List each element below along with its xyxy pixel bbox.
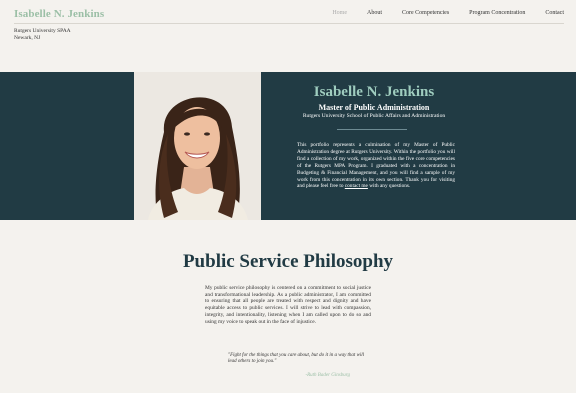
site-brand[interactable]: Isabelle N. Jenkins	[14, 8, 104, 20]
affiliation: Rutgers University SPAA Newark, NJ	[14, 28, 71, 42]
hero-intro: This portfolio represents a culmination …	[297, 142, 455, 190]
portrait-photo	[134, 72, 261, 220]
nav-program-concentration[interactable]: Program Concentration	[469, 10, 525, 16]
nav-core-competencies[interactable]: Core Competencies	[402, 10, 449, 16]
quote-author: -Ruth Bader Ginsburg	[305, 373, 350, 378]
hero-name: Isabelle N. Jenkins	[313, 84, 435, 100]
hero-intro-tail: with any questions.	[367, 183, 411, 190]
philosophy-quote: "Fight for the things that you care abou…	[228, 353, 365, 365]
hero-school: Rutgers University School of Public Affa…	[302, 113, 446, 119]
philosophy-text: My public service philosophy is centered…	[205, 285, 371, 325]
hero-degree: Master of Public Administration	[318, 103, 430, 112]
nav-contact[interactable]: Contact	[545, 10, 564, 16]
philosophy-heading: Public Service Philosophy	[182, 251, 394, 272]
hero-banner: Isabelle N. Jenkins Master of Public Adm…	[0, 72, 576, 220]
portrait-photo-icon	[134, 72, 261, 220]
hero-divider	[337, 129, 407, 130]
nav-home[interactable]: Home	[332, 10, 347, 16]
main-nav: Home About Core Competencies Program Con…	[312, 10, 564, 16]
nav-about[interactable]: About	[367, 10, 382, 16]
contact-me-link[interactable]: contact me	[345, 183, 368, 189]
affiliation-line-2: Newark, NJ	[14, 35, 41, 41]
header-divider	[14, 23, 564, 24]
affiliation-line-1: Rutgers University SPAA	[14, 28, 71, 34]
